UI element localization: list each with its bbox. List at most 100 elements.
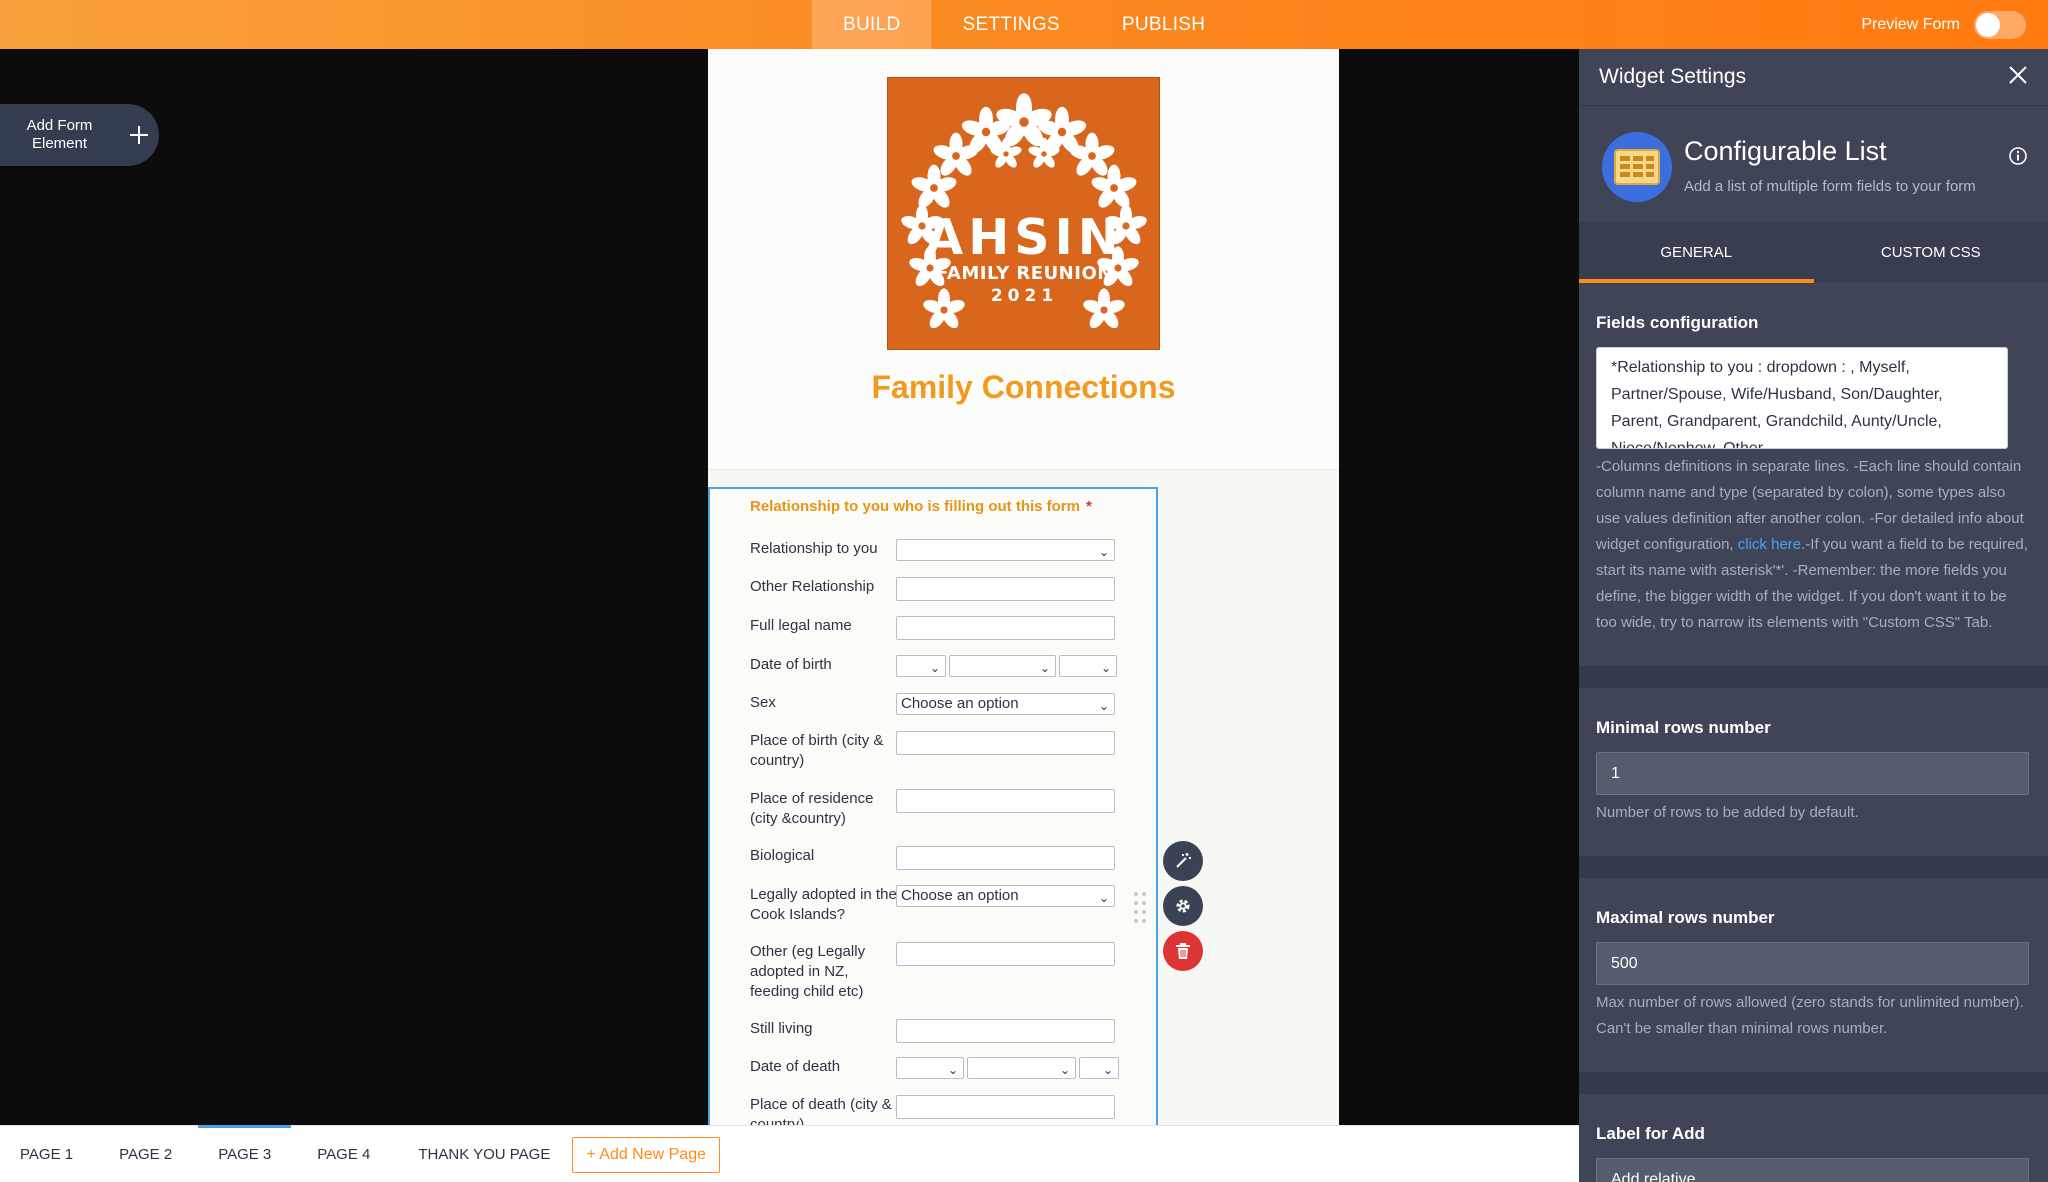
chevron-down-icon: ⌄ <box>947 1063 958 1077</box>
biological-input[interactable] <box>896 846 1115 870</box>
widget-actions <box>1163 841 1205 976</box>
place-of-death-input[interactable] <box>896 1095 1115 1119</box>
place-of-residence-input[interactable] <box>896 789 1115 813</box>
top-bar: BUILD SETTINGS PUBLISH Preview Form <box>0 0 2048 49</box>
other-adoption-input[interactable] <box>896 942 1115 966</box>
preview-form-label: Preview Form <box>1861 15 1960 33</box>
fields-configuration-section: Fields configuration *Relationship to yo… <box>1579 283 2048 688</box>
page-tab-3[interactable]: PAGE 3 <box>198 1125 292 1182</box>
death-month-select[interactable]: ⌄ <box>967 1057 1076 1079</box>
widget-description: Add a list of multiple form fields to yo… <box>1684 178 1976 195</box>
panel-tabs: GENERAL CUSTOM CSS <box>1579 222 2048 283</box>
form-canvas: AHSIN FAMILY REUNION 2021 Family Connect… <box>708 49 1339 1125</box>
configurable-list-widget[interactable]: Relationship to you who is filling out t… <box>708 487 1158 1125</box>
chevron-down-icon: ⌄ <box>1098 891 1109 905</box>
top-nav: BUILD SETTINGS PUBLISH <box>812 0 1236 49</box>
chevron-down-icon: ⌄ <box>929 661 940 675</box>
widget-settings-panel: Widget Settings Configurable List Add a … <box>1579 49 2048 1182</box>
field-label: Other Relationship <box>750 578 875 595</box>
max-rows-help: Max number of rows allowed (zero stands … <box>1596 994 2024 1037</box>
field-label: Still living <box>750 1020 813 1037</box>
widget-label[interactable]: Relationship to you who is filling out t… <box>750 498 1092 515</box>
gear-icon[interactable] <box>1163 886 1203 926</box>
tab-build[interactable]: BUILD <box>812 0 932 49</box>
full-legal-name-input[interactable] <box>896 616 1115 640</box>
min-rows-section: Minimal rows number 1 Number of rows to … <box>1579 688 2048 878</box>
field-label: Relationship to you <box>750 540 878 557</box>
tab-publish[interactable]: PUBLISH <box>1091 0 1236 49</box>
fields-configuration-textarea[interactable]: *Relationship to you : dropdown : , Myse… <box>1596 347 2008 449</box>
page-tab-4[interactable]: PAGE 4 <box>297 1126 390 1182</box>
drag-handle-icon[interactable] <box>1133 891 1147 925</box>
add-label-section: Label for Add Add relative <box>1579 1094 2048 1182</box>
place-of-birth-input[interactable] <box>896 731 1115 755</box>
select-value: Choose an option <box>901 695 1019 712</box>
preview-toggle[interactable] <box>1974 10 2026 39</box>
info-icon[interactable] <box>2008 146 2028 171</box>
page-tab-2[interactable]: PAGE 2 <box>99 1126 192 1182</box>
max-rows-input[interactable]: 500 <box>1596 942 2029 985</box>
logo-line-3: 2021 <box>990 286 1059 306</box>
add-form-element-button[interactable]: Add Form Element <box>0 104 159 166</box>
field-label: Place of death (city & country) <box>750 1096 892 1125</box>
chevron-down-icon: ⌄ <box>1039 661 1050 675</box>
form-title[interactable]: Family Connections <box>708 369 1339 406</box>
add-label-title: Label for Add <box>1596 1124 1705 1143</box>
still-living-input[interactable] <box>896 1019 1115 1043</box>
death-year-select[interactable]: ⌄ <box>1079 1057 1119 1079</box>
logo-line-1: AHSIN <box>925 209 1124 266</box>
field-label: Date of birth <box>750 656 832 673</box>
min-rows-title: Minimal rows number <box>1596 718 1771 737</box>
max-rows-section: Maximal rows number 500 Max number of ro… <box>1579 878 2048 1094</box>
date-of-death-selects: ⌄ ⌄ ⌄ <box>896 1057 1119 1079</box>
plus-icon <box>119 104 159 166</box>
form-header[interactable]: AHSIN FAMILY REUNION 2021 Family Connect… <box>708 49 1339 470</box>
field-label: Full legal name <box>750 617 852 634</box>
date-of-birth-selects: ⌄ ⌄ ⌄ <box>896 655 1117 677</box>
birth-month-select[interactable]: ⌄ <box>949 655 1056 677</box>
trash-icon[interactable] <box>1163 931 1203 971</box>
widget-info: Configurable List Add a list of multiple… <box>1579 106 2048 222</box>
page-bar: PAGE 1 PAGE 2 PAGE 3 PAGE 4 THANK YOU PA… <box>0 1125 1579 1182</box>
page-tab-1[interactable]: PAGE 1 <box>0 1126 93 1182</box>
sex-select[interactable]: Choose an option ⌄ <box>896 693 1115 715</box>
chevron-down-icon: ⌄ <box>1102 1063 1113 1077</box>
tab-general[interactable]: GENERAL <box>1579 222 1814 283</box>
chevron-down-icon: ⌄ <box>1100 661 1111 675</box>
chevron-down-icon: ⌄ <box>1059 1063 1070 1077</box>
section-divider <box>1579 1072 2048 1094</box>
max-rows-title: Maximal rows number <box>1596 908 1775 927</box>
add-label-input[interactable]: Add relative <box>1596 1158 2029 1182</box>
add-new-page-button[interactable]: + Add New Page <box>572 1136 720 1173</box>
birth-year-select[interactable]: ⌄ <box>1059 655 1117 677</box>
widget-label-text: Relationship to you who is filling out t… <box>750 498 1080 515</box>
close-icon[interactable] <box>2008 65 2028 90</box>
form-logo: AHSIN FAMILY REUNION 2021 <box>887 77 1160 350</box>
relationship-select[interactable]: ⌄ <box>896 539 1115 561</box>
page-tab-thank-you[interactable]: THANK YOU PAGE <box>398 1126 570 1182</box>
required-mark: * <box>1086 498 1092 515</box>
other-relationship-input[interactable] <box>896 577 1115 601</box>
wand-icon[interactable] <box>1163 841 1203 881</box>
panel-title: Widget Settings <box>1599 65 1747 88</box>
legally-adopted-select[interactable]: Choose an option ⌄ <box>896 885 1115 907</box>
field-label: Biological <box>750 847 815 864</box>
section-divider <box>1579 856 2048 878</box>
field-label: Sex <box>750 694 776 711</box>
tab-custom-css[interactable]: CUSTOM CSS <box>1814 222 2048 283</box>
min-rows-input[interactable]: 1 <box>1596 752 2029 795</box>
chevron-down-icon: ⌄ <box>1098 545 1109 559</box>
birth-day-select[interactable]: ⌄ <box>896 655 946 677</box>
section-divider <box>1579 666 2048 688</box>
add-form-element-label: Add Form Element <box>26 117 93 152</box>
tab-settings[interactable]: SETTINGS <box>931 0 1090 49</box>
death-day-select[interactable]: ⌄ <box>896 1057 964 1079</box>
chevron-down-icon: ⌄ <box>1098 699 1109 713</box>
toggle-knob <box>1976 12 2000 37</box>
fields-configuration-help: -Columns definitions in separate lines. … <box>1596 454 2031 636</box>
min-rows-help: Number of rows to be added by default. <box>1596 804 1859 821</box>
widget-icon <box>1602 132 1672 202</box>
click-here-link[interactable]: click here <box>1738 536 1801 553</box>
widget-name: Configurable List <box>1684 136 1887 166</box>
field-label: Date of death <box>750 1058 841 1075</box>
